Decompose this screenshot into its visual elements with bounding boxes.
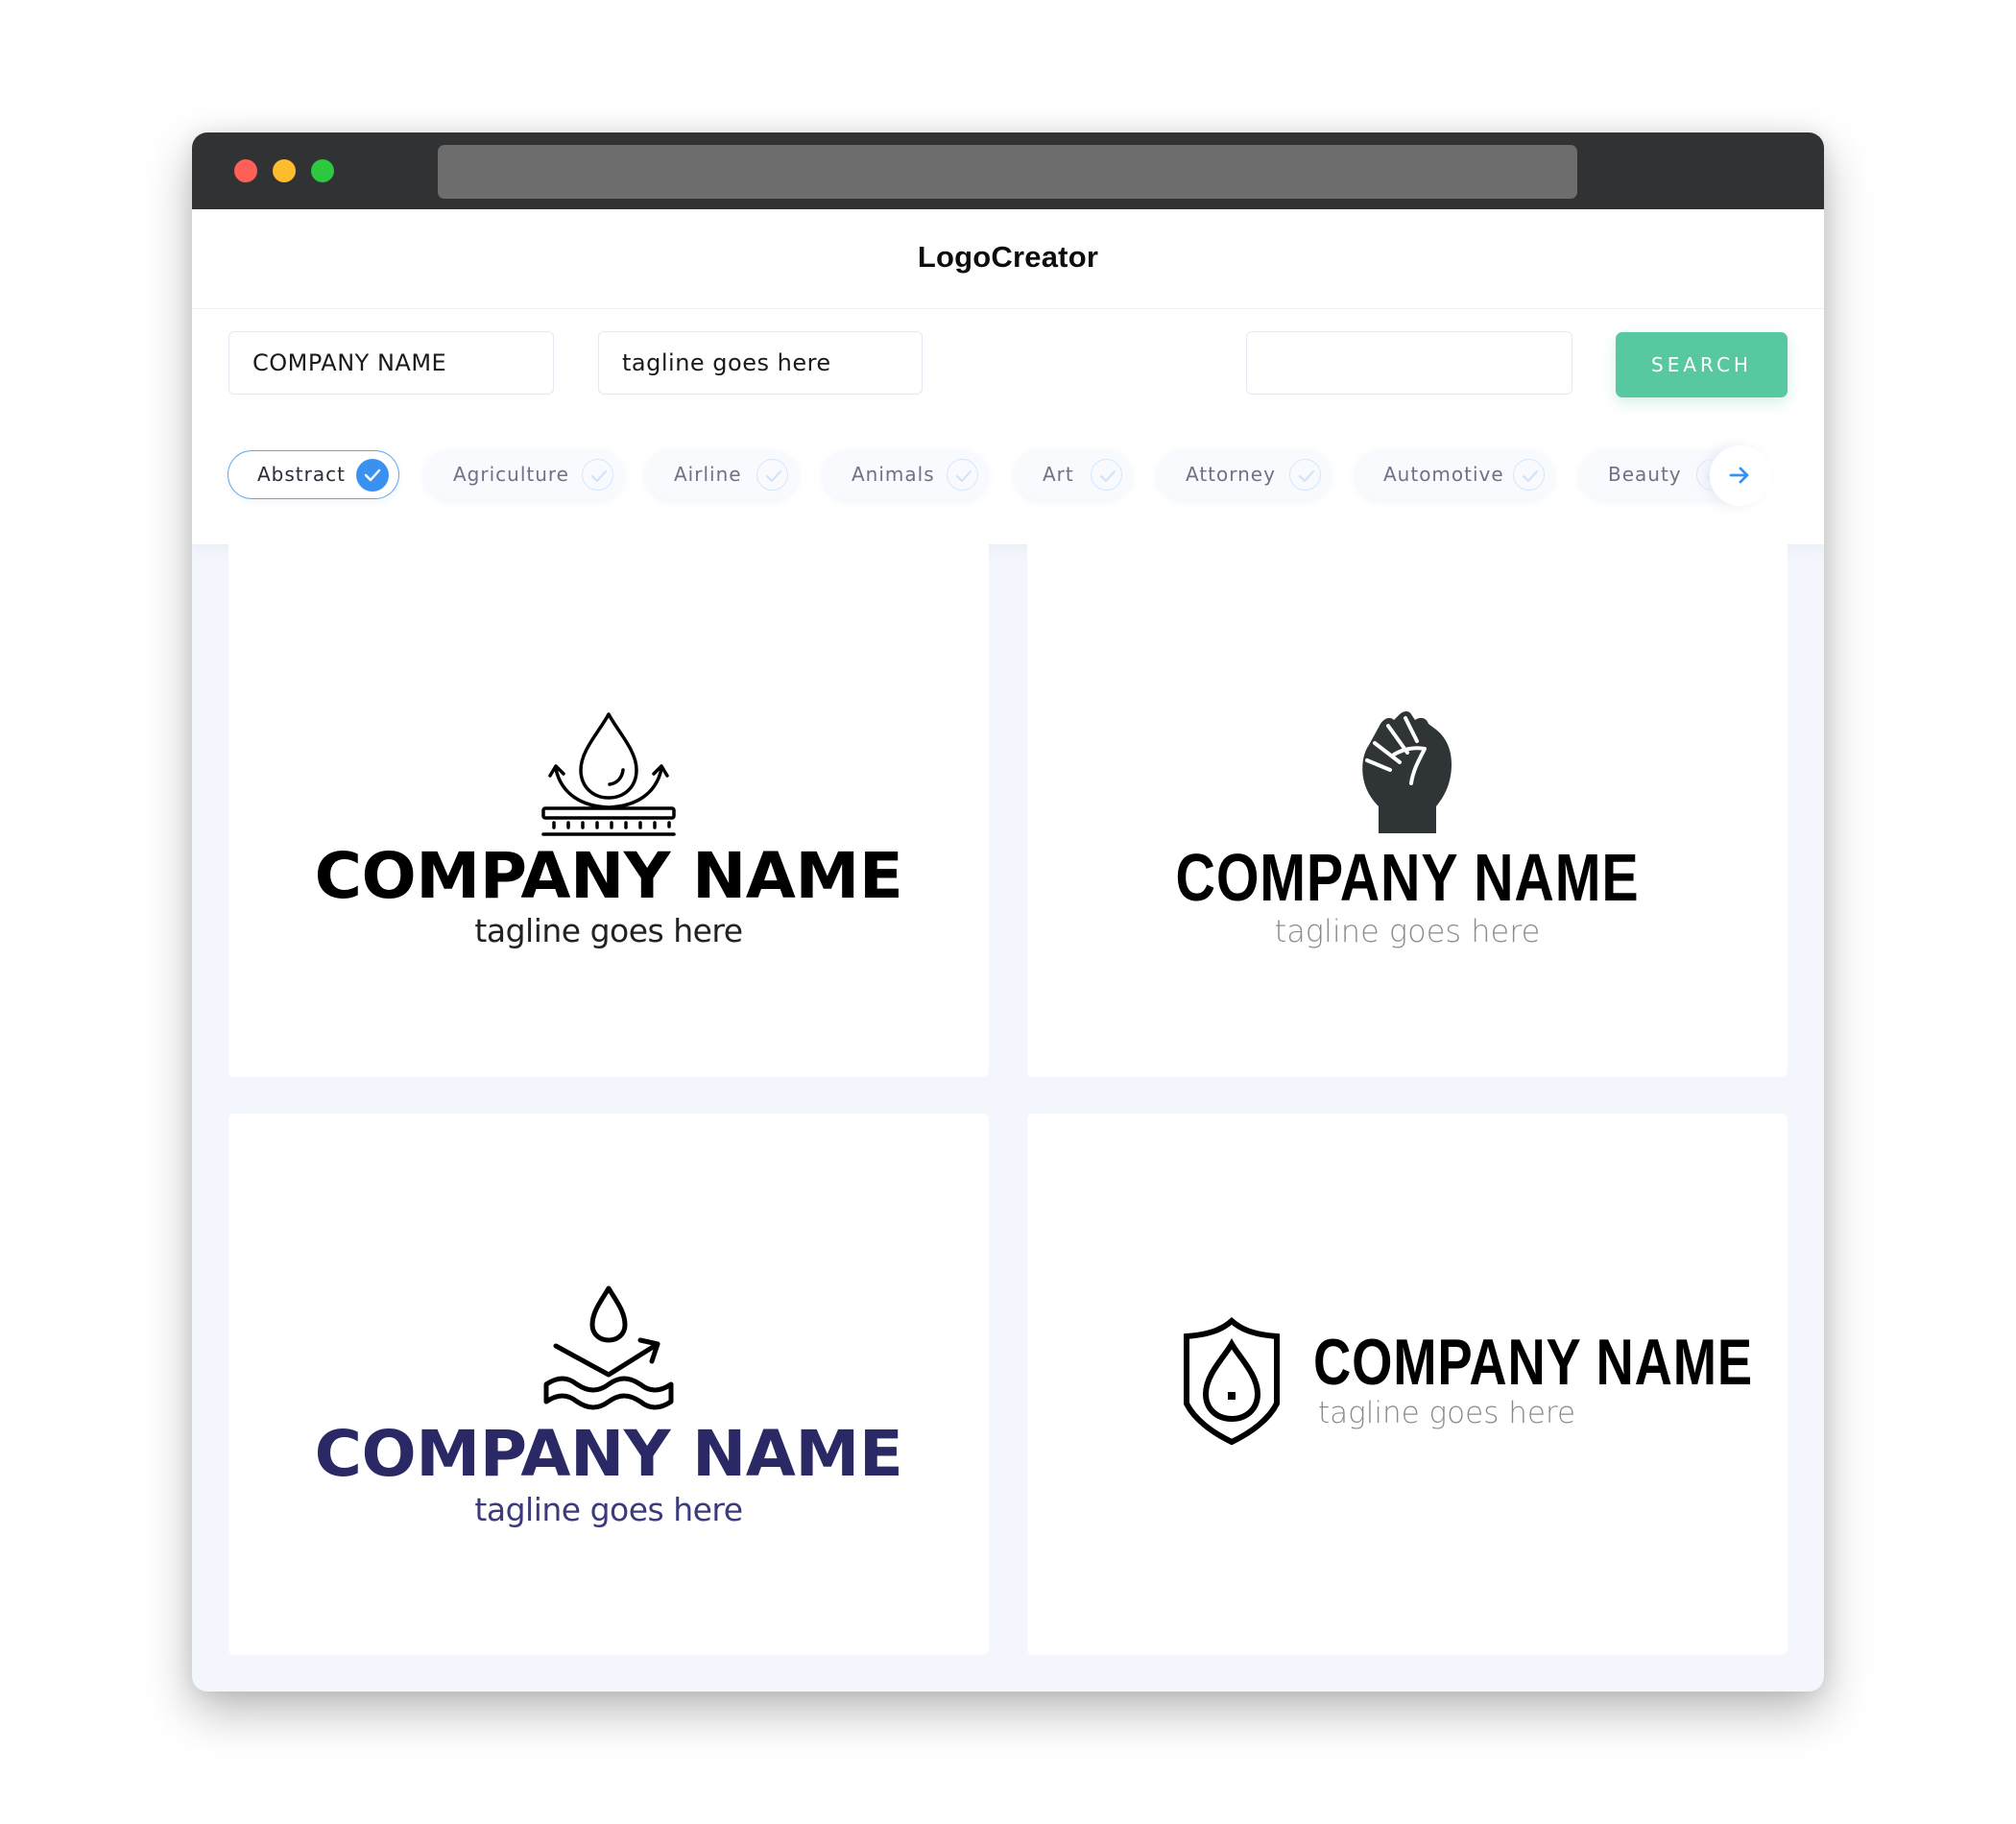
- maximize-window-button[interactable]: [311, 159, 334, 182]
- check-icon: [1289, 459, 1321, 491]
- browser-window: LogoCreator COMPANY NAME tagline goes he…: [192, 132, 1824, 1692]
- app-header: LogoCreator: [192, 209, 1824, 309]
- category-label: Animals: [852, 463, 935, 486]
- check-icon: [356, 459, 389, 492]
- tagline-input[interactable]: tagline goes here: [598, 331, 923, 395]
- category-label: Automotive: [1383, 463, 1504, 486]
- logo-company-name: COMPANY NAME: [1175, 840, 1640, 915]
- category-chip-art[interactable]: Art: [1014, 450, 1132, 499]
- check-icon: [1091, 459, 1122, 491]
- minimize-window-button[interactable]: [273, 159, 296, 182]
- check-icon: [582, 459, 613, 491]
- check-icon: [1513, 459, 1545, 491]
- raised-fist-icon: [1361, 710, 1453, 839]
- check-icon: [756, 459, 788, 491]
- category-label: Airline: [674, 463, 742, 486]
- keyword-input[interactable]: [1246, 331, 1572, 395]
- logo-card[interactable]: COMPANY NAME tagline goes here: [228, 536, 989, 1077]
- logo-card[interactable]: COMPANY NAME tagline goes here: [1027, 1114, 1788, 1655]
- category-chip-attorney[interactable]: Attorney: [1157, 450, 1331, 499]
- water-drop-wave-icon: [540, 1284, 677, 1419]
- logo-tagline: tagline goes here: [1274, 913, 1541, 949]
- category-chip-animals[interactable]: Animals: [823, 450, 988, 499]
- category-chip-automotive[interactable]: Automotive: [1355, 450, 1554, 499]
- category-label: Agriculture: [453, 463, 569, 486]
- category-label: Attorney: [1186, 463, 1276, 486]
- category-chip-agriculture[interactable]: Agriculture: [424, 450, 623, 499]
- shield-drop-icon: [1181, 1316, 1283, 1450]
- address-bar[interactable]: [438, 145, 1577, 199]
- logo-company-name: COMPANY NAME: [314, 839, 903, 913]
- category-filter-bar: Abstract Agriculture Airline Animals Art…: [192, 430, 1824, 507]
- logo-company-name: COMPANY NAME: [314, 1417, 903, 1491]
- category-chip-airline[interactable]: Airline: [645, 450, 798, 499]
- logo-card[interactable]: COMPANY NAME tagline goes here: [228, 1114, 989, 1655]
- logo-card[interactable]: COMPANY NAME tagline goes here: [1027, 536, 1788, 1077]
- company-name-input[interactable]: COMPANY NAME: [228, 331, 554, 395]
- close-window-button[interactable]: [234, 159, 257, 182]
- logo-tagline: tagline goes here: [474, 1491, 743, 1528]
- water-drop-repel-icon: [540, 710, 677, 841]
- search-bar: COMPANY NAME tagline goes here SEARCH: [192, 309, 1824, 544]
- title-bar: [192, 132, 1824, 209]
- next-categories-button[interactable]: [1710, 445, 1770, 506]
- logo-company-name: COMPANY NAME: [1313, 1326, 1753, 1399]
- brand-logo[interactable]: LogoCreator: [192, 240, 1824, 275]
- logo-tagline: tagline goes here: [1318, 1396, 1576, 1430]
- category-label: Art: [1043, 463, 1074, 486]
- category-chip-abstract[interactable]: Abstract: [228, 450, 399, 499]
- check-icon: [947, 459, 978, 491]
- search-button[interactable]: SEARCH: [1616, 332, 1788, 397]
- category-label: Beauty: [1608, 463, 1682, 486]
- category-label: Abstract: [257, 463, 346, 486]
- logo-tagline: tagline goes here: [474, 912, 743, 949]
